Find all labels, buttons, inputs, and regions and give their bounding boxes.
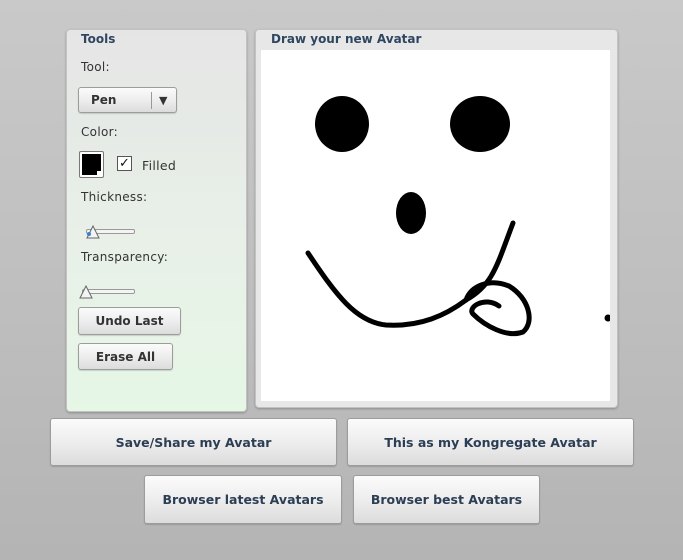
checkmark-icon: ✓	[119, 156, 130, 171]
dropdown-divider	[151, 92, 152, 109]
right-eye-stroke	[450, 96, 510, 152]
canvas-title: Draw your new Avatar	[271, 32, 422, 46]
tool-dropdown-value: Pen	[91, 93, 117, 107]
thickness-slider-thumb[interactable]	[84, 222, 104, 240]
color-picker-corner-icon	[97, 171, 101, 175]
drawing-canvas[interactable]	[261, 50, 612, 401]
avatar-drawing	[305, 96, 612, 336]
save-share-avatar-button[interactable]: Save/Share my Avatar	[50, 418, 337, 466]
browse-best-avatars-button[interactable]: Browser best Avatars	[353, 475, 540, 524]
kongregate-avatar-button[interactable]: This as my Kongregate Avatar	[347, 418, 634, 466]
tools-title: Tools	[81, 32, 116, 46]
tool-dropdown[interactable]: Pen ▼	[78, 87, 177, 113]
filled-label: Filled	[142, 158, 177, 173]
tool-label: Tool:	[81, 60, 110, 74]
color-picker[interactable]	[79, 151, 104, 178]
undo-last-button[interactable]: Undo Last	[78, 307, 181, 335]
browse-latest-avatars-button[interactable]: Browser latest Avatars	[144, 475, 342, 524]
transparency-label: Transparency:	[81, 250, 169, 264]
erase-all-button[interactable]: Erase All	[78, 343, 173, 370]
transparency-slider-thumb[interactable]	[78, 282, 96, 300]
color-label: Color:	[81, 125, 118, 139]
thickness-label: Thickness:	[81, 190, 148, 204]
mouth-stroke	[305, 220, 516, 328]
nose-stroke	[396, 192, 426, 234]
left-eye-stroke	[315, 96, 369, 152]
filled-checkbox[interactable]: ✓	[117, 156, 132, 171]
dot-stroke	[604, 314, 612, 322]
tongue-stroke	[463, 280, 532, 336]
chevron-down-icon: ▼	[159, 94, 168, 107]
